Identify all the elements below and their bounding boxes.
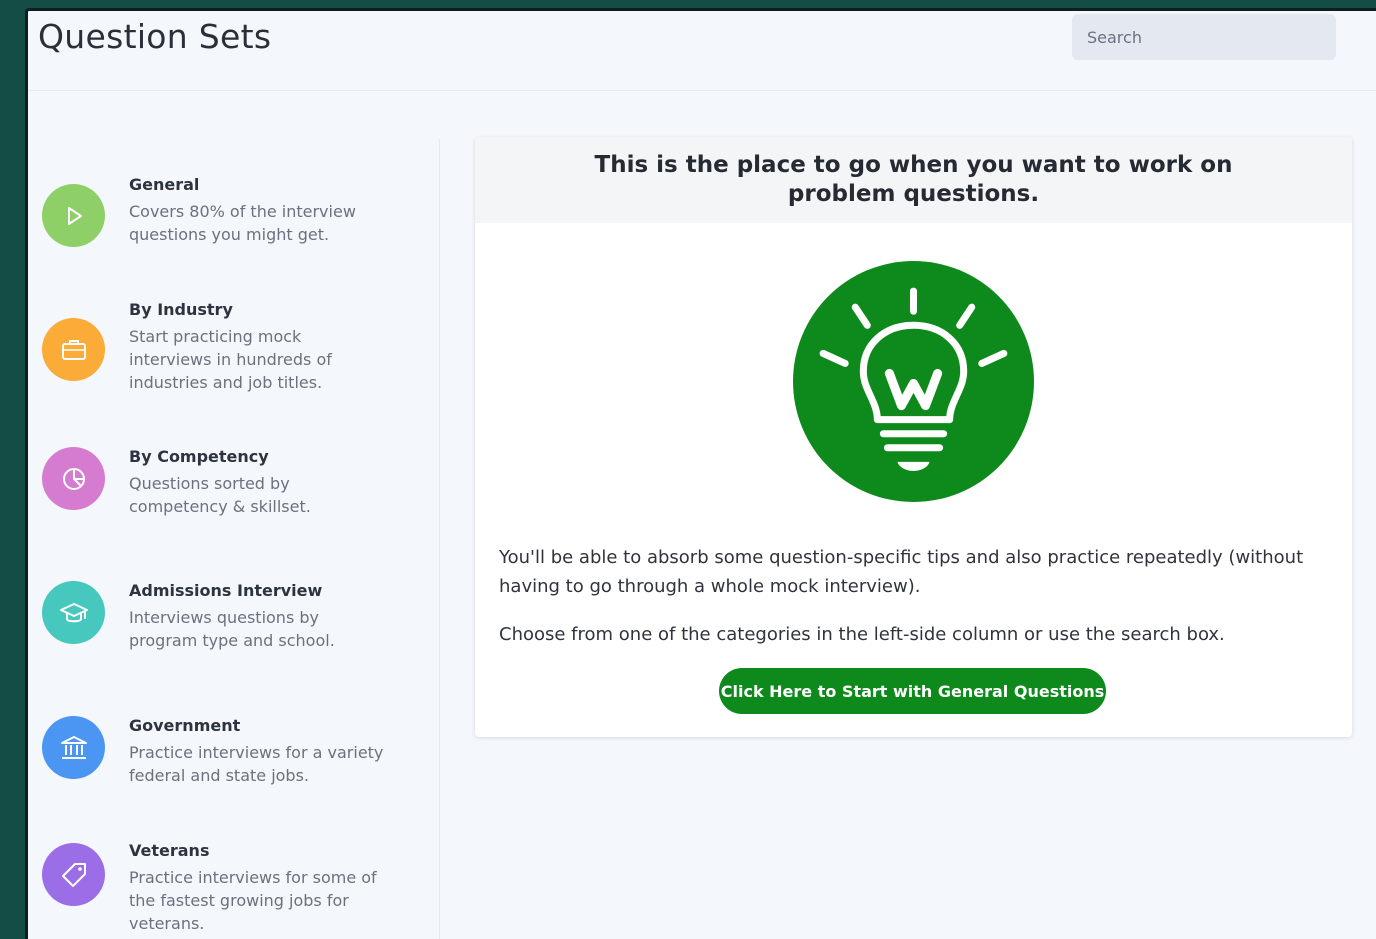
graduation-cap-icon bbox=[42, 581, 105, 644]
category-title: Government bbox=[129, 716, 241, 735]
card-paragraph-tips: You'll be able to absorb some question-s… bbox=[499, 547, 1304, 597]
category-description: Start practicing mock interviews in hund… bbox=[129, 327, 332, 392]
card-heading: This is the place to go when you want to… bbox=[594, 152, 1233, 207]
search-input[interactable] bbox=[1072, 14, 1336, 60]
category-government[interactable]: Government Practice interviews for a var… bbox=[28, 716, 428, 796]
pie-chart-icon bbox=[42, 447, 105, 510]
category-description: Interviews questions by program type and… bbox=[129, 608, 335, 650]
page-title: Question Sets bbox=[38, 17, 272, 56]
category-title: General bbox=[129, 175, 200, 194]
bank-icon bbox=[42, 716, 105, 779]
briefcase-icon bbox=[42, 318, 105, 381]
play-icon bbox=[42, 184, 105, 247]
category-description: Practice interviews for some of the fast… bbox=[129, 868, 377, 933]
category-description: Questions sorted by competency & skillse… bbox=[129, 474, 311, 516]
category-by-industry[interactable]: By Industry Start practicing mock interv… bbox=[28, 300, 428, 400]
header: Question Sets bbox=[28, 11, 1376, 91]
category-title: Admissions Interview bbox=[129, 581, 323, 600]
category-sidebar: General Covers 80% of the interview ques… bbox=[28, 139, 440, 939]
info-card: This is the place to go when you want to… bbox=[475, 137, 1352, 737]
category-general[interactable]: General Covers 80% of the interview ques… bbox=[28, 175, 428, 255]
card-header: This is the place to go when you want to… bbox=[475, 137, 1352, 223]
category-admissions-interview[interactable]: Admissions Interview Interviews question… bbox=[28, 581, 428, 661]
category-description: Practice interviews for a variety federa… bbox=[129, 743, 384, 785]
category-veterans[interactable]: Veterans Practice interviews for some of… bbox=[28, 841, 428, 939]
tag-icon bbox=[42, 843, 105, 906]
start-general-questions-button[interactable]: Click Here to Start with General Questio… bbox=[719, 668, 1106, 714]
category-title: Veterans bbox=[129, 841, 210, 860]
category-title: By Industry bbox=[129, 300, 233, 319]
category-title: By Competency bbox=[129, 447, 269, 466]
card-paragraph-instructions: Choose from one of the categories in the… bbox=[499, 624, 1225, 645]
category-description: Covers 80% of the interview questions yo… bbox=[129, 202, 356, 244]
app-window: Question Sets General Covers 80% of the … bbox=[25, 8, 1376, 939]
lightbulb-icon bbox=[793, 261, 1034, 502]
category-by-competency[interactable]: By Competency Questions sorted by compet… bbox=[28, 447, 428, 527]
